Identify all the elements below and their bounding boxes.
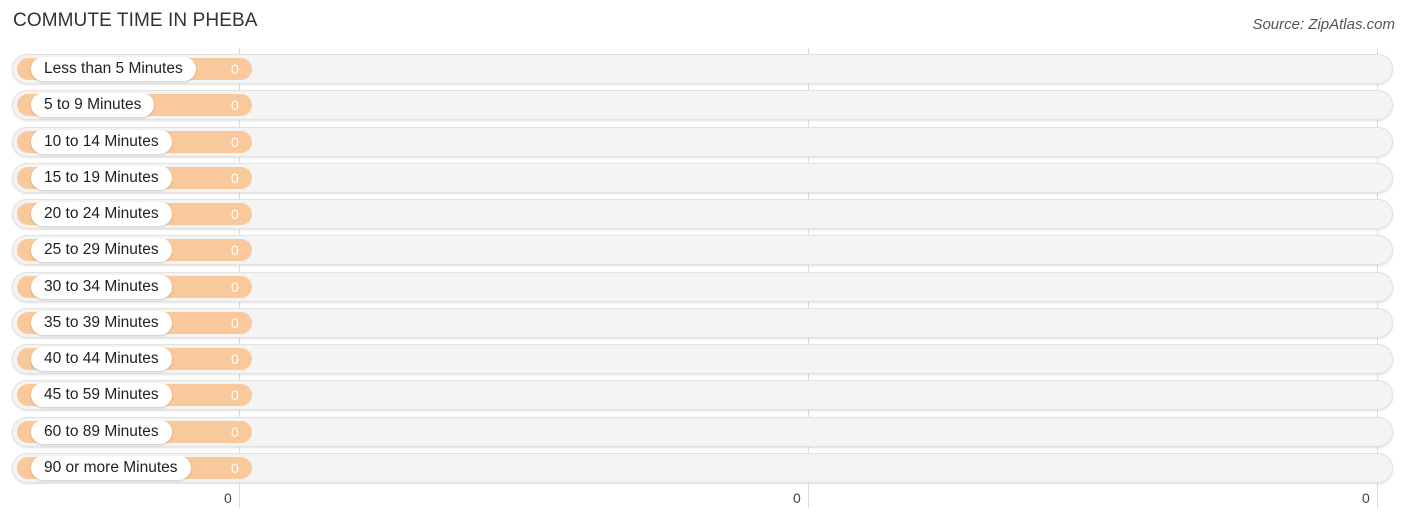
source-label: Source: ZipAtlas.com (1252, 16, 1395, 33)
value-label: 0 (231, 315, 239, 331)
category-label: 30 to 34 Minutes (31, 275, 172, 299)
chart-title: COMMUTE TIME IN PHEBA (13, 10, 258, 31)
value-label: 0 (231, 387, 239, 403)
bar-row: 5 to 9 Minutes 0 (12, 90, 1393, 120)
x-tick-label: 0 (1362, 490, 1370, 506)
bar-row: 30 to 34 Minutes 0 (12, 272, 1393, 302)
category-label: 10 to 14 Minutes (31, 130, 172, 154)
category-label: 40 to 44 Minutes (31, 347, 172, 371)
category-label: 25 to 29 Minutes (31, 238, 172, 262)
category-label: 15 to 19 Minutes (31, 166, 172, 190)
value-label: 0 (231, 206, 239, 222)
bar-row: 60 to 89 Minutes 0 (12, 417, 1393, 447)
chart: COMMUTE TIME IN PHEBA Source: ZipAtlas.c… (0, 0, 1406, 524)
category-label: Less than 5 Minutes (31, 57, 196, 81)
x-tick-label: 0 (793, 490, 801, 506)
value-label: 0 (231, 460, 239, 476)
value-label: 0 (231, 242, 239, 258)
category-label: 60 to 89 Minutes (31, 420, 172, 444)
x-tick-label: 0 (224, 490, 232, 506)
category-label: 45 to 59 Minutes (31, 383, 172, 407)
value-label: 0 (231, 424, 239, 440)
bar-row: 15 to 19 Minutes 0 (12, 163, 1393, 193)
value-label: 0 (231, 61, 239, 77)
category-label: 20 to 24 Minutes (31, 202, 172, 226)
bar-row: Less than 5 Minutes 0 (12, 54, 1393, 84)
bar-row: 90 or more Minutes 0 (12, 453, 1393, 483)
bar-row: 10 to 14 Minutes 0 (12, 127, 1393, 157)
value-label: 0 (231, 134, 239, 150)
value-label: 0 (231, 97, 239, 113)
bar-row: 35 to 39 Minutes 0 (12, 308, 1393, 338)
value-label: 0 (231, 279, 239, 295)
bar-row: 40 to 44 Minutes 0 (12, 344, 1393, 374)
category-label: 90 or more Minutes (31, 456, 191, 480)
category-label: 35 to 39 Minutes (31, 311, 172, 335)
category-label: 5 to 9 Minutes (31, 93, 155, 117)
value-label: 0 (231, 170, 239, 186)
bar-row: 45 to 59 Minutes 0 (12, 380, 1393, 410)
bar-row: 25 to 29 Minutes 0 (12, 235, 1393, 265)
value-label: 0 (231, 351, 239, 367)
bar-row: 20 to 24 Minutes 0 (12, 199, 1393, 229)
